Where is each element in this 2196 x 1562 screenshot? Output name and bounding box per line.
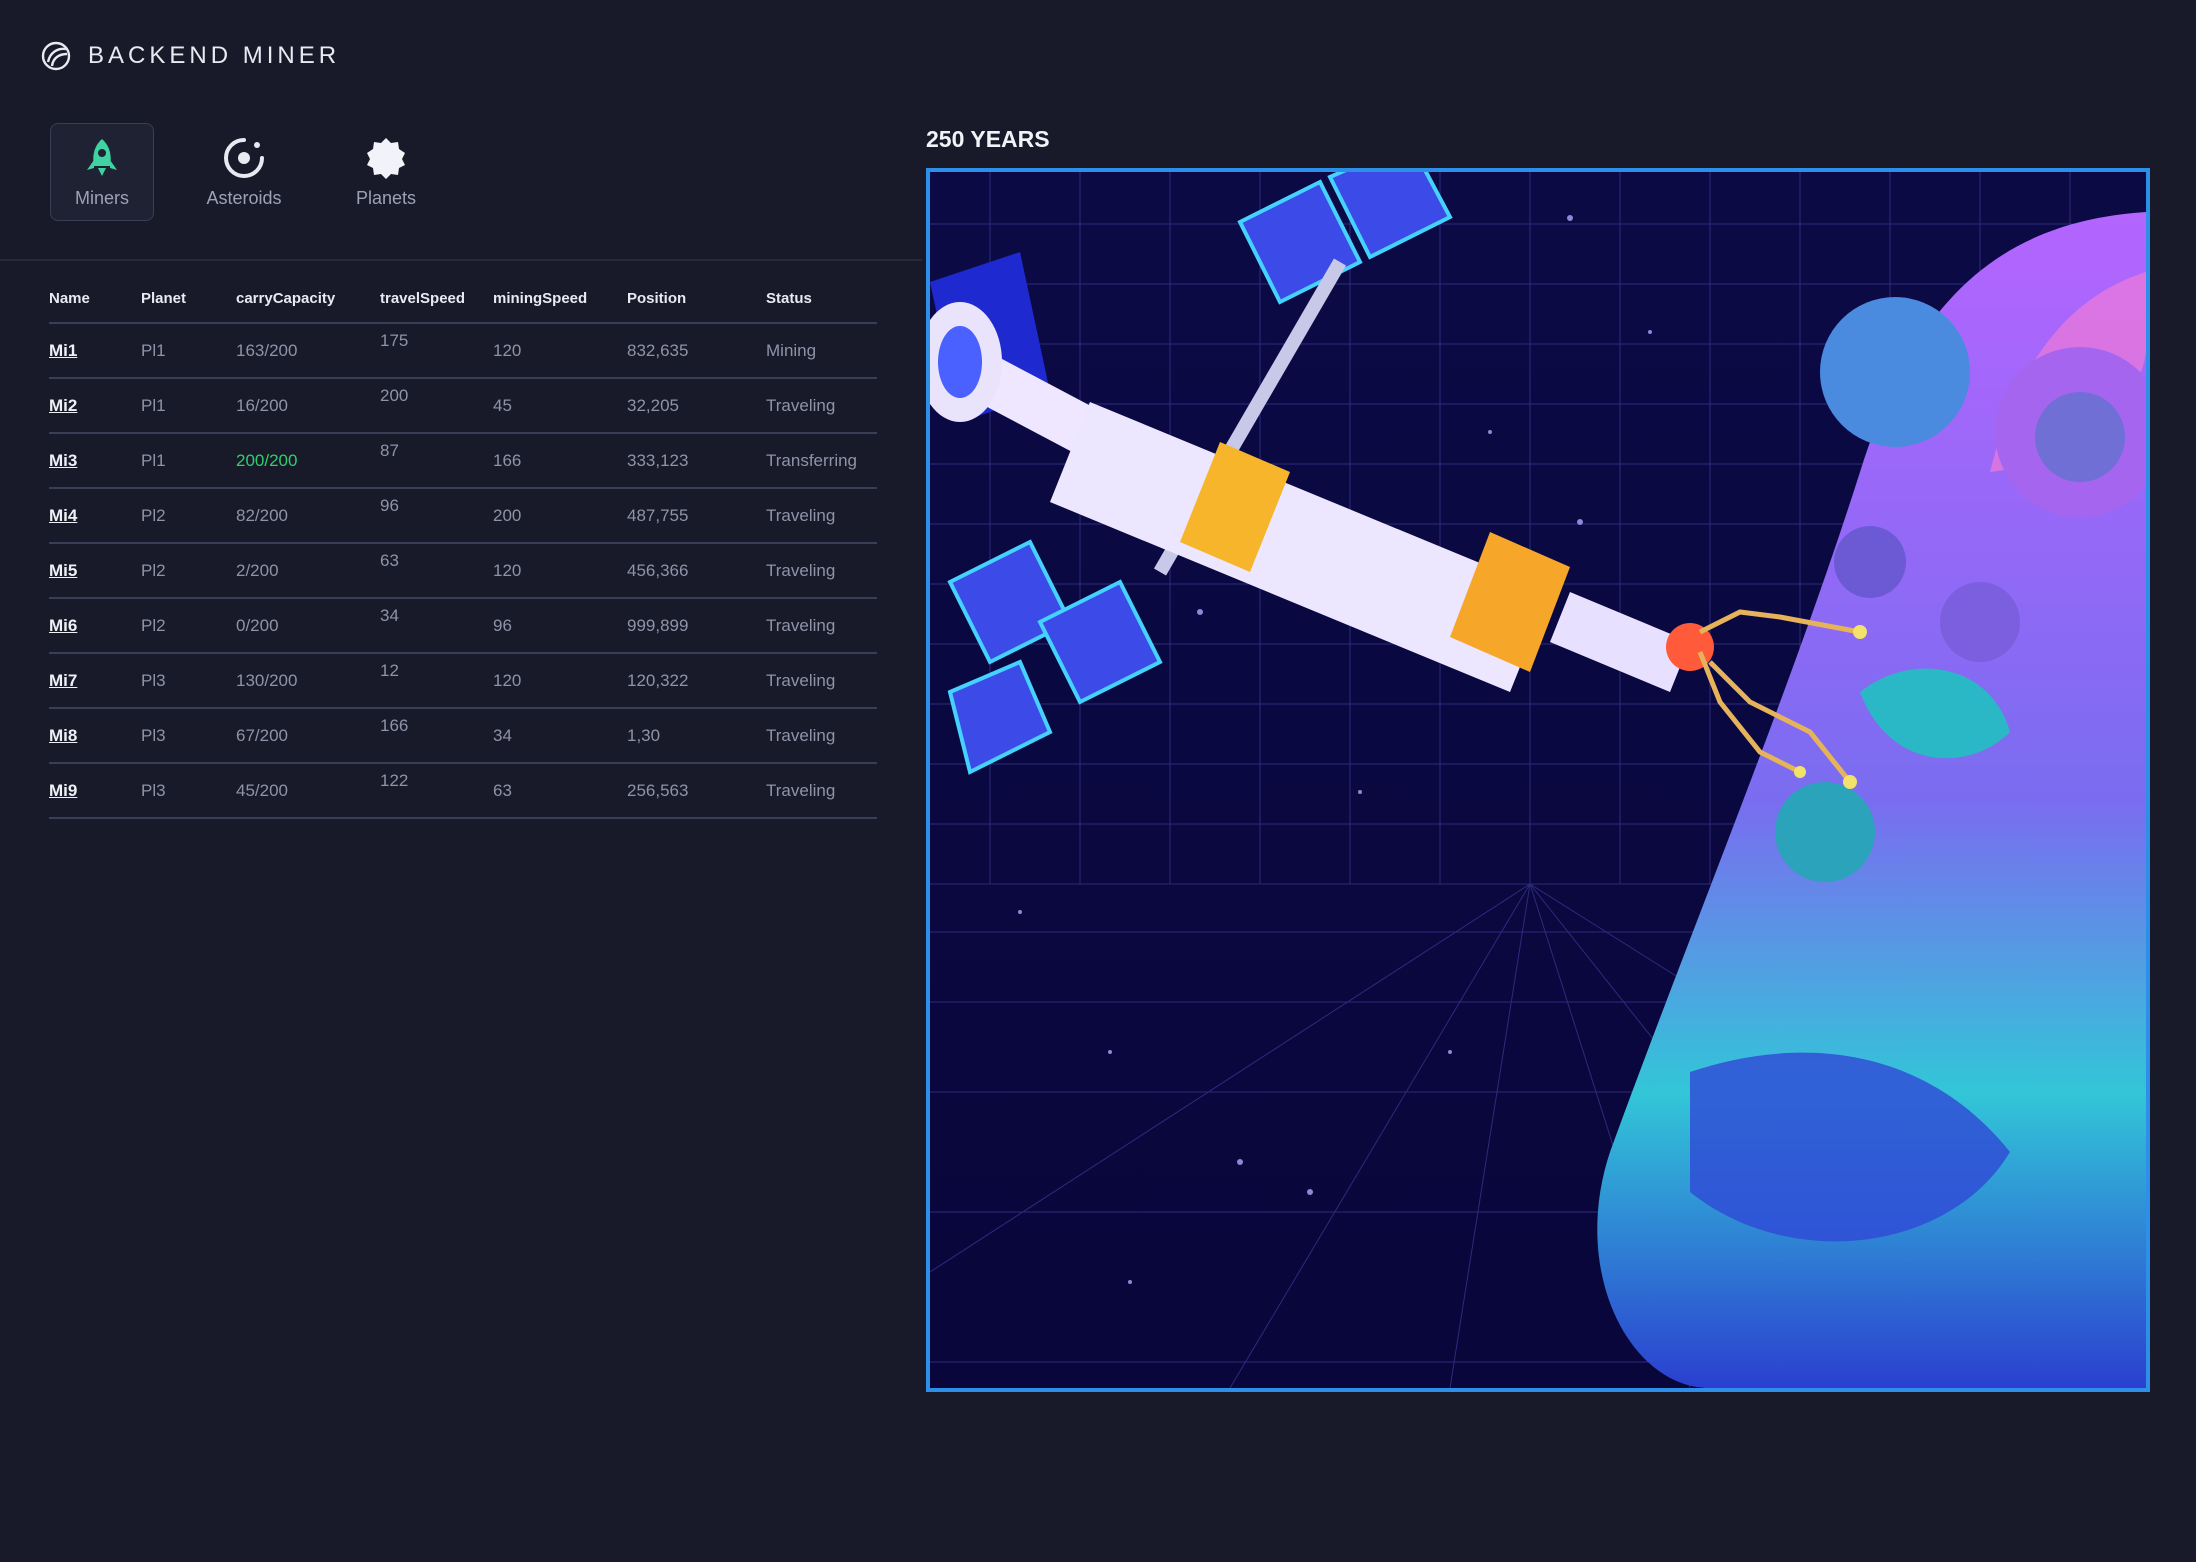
cell-status: Traveling — [766, 763, 877, 819]
table-row[interactable]: Mi9 Pl3 45/200 122 63 256,563 Traveling — [49, 763, 877, 819]
cell-planet: Pl3 — [141, 763, 236, 819]
cell-status: Traveling — [766, 708, 877, 764]
table-row[interactable]: Mi3 Pl1 200/200 87 166 333,123 Transferr… — [49, 433, 877, 489]
cell-travel-speed: 87 — [380, 440, 399, 460]
cell-mining-speed: 120 — [493, 543, 627, 599]
miner-link[interactable]: Mi8 — [49, 726, 77, 745]
miner-link[interactable]: Mi7 — [49, 671, 77, 690]
cell-planet: Pl1 — [141, 378, 236, 434]
cell-carry-capacity: 2/200 — [236, 543, 380, 599]
app-title: BACKEND MINER — [88, 42, 341, 69]
cell-position: 1,30 — [627, 708, 766, 764]
cell-carry-capacity: 45/200 — [236, 763, 380, 819]
rocket-icon — [87, 138, 117, 176]
space-scene — [930, 172, 2146, 1388]
cell-mining-speed: 200 — [493, 488, 627, 544]
cell-status: Traveling — [766, 543, 877, 599]
cell-travel-speed: 200 — [380, 385, 409, 405]
column-header-carry-capacity[interactable]: carryCapacity — [236, 275, 380, 324]
column-header-mining-speed[interactable]: miningSpeed — [493, 275, 627, 324]
scene-title: 250 YEARS — [926, 126, 1050, 152]
tab-label: Miners — [74, 187, 129, 208]
cell-carry-capacity: 0/200 — [236, 598, 380, 654]
cell-carry-capacity: 163/200 — [236, 323, 380, 379]
cell-status: Mining — [766, 323, 877, 379]
cell-carry-capacity: 130/200 — [236, 653, 380, 709]
tab-miners[interactable]: Miners — [50, 123, 154, 221]
table-row[interactable]: Mi8 Pl3 67/200 166 34 1,30 Traveling — [49, 708, 877, 764]
asteroid-icon — [224, 137, 264, 178]
column-header-travel-speed[interactable]: travelSpeed — [380, 275, 493, 324]
cell-position: 333,123 — [627, 433, 766, 489]
column-header-position[interactable]: Position — [627, 275, 766, 324]
cell-position: 832,635 — [627, 323, 766, 379]
cell-planet: Pl2 — [141, 543, 236, 599]
column-header-planet[interactable]: Planet — [141, 275, 236, 324]
cell-status: Traveling — [766, 378, 877, 434]
cell-planet: Pl3 — [141, 653, 236, 709]
cell-position: 120,322 — [627, 653, 766, 709]
table-row[interactable]: Mi5 Pl2 2/200 63 120 456,366 Traveling — [49, 543, 877, 599]
cell-planet: Pl2 — [141, 598, 236, 654]
divider — [0, 259, 922, 261]
cell-travel-speed: 12 — [380, 660, 399, 680]
cell-carry-capacity: 200/200 — [236, 433, 380, 489]
column-header-status[interactable]: Status — [766, 275, 877, 324]
cell-mining-speed: 120 — [493, 323, 627, 379]
table-header-row: Name Planet carryCapacity travelSpeed mi… — [49, 275, 877, 324]
cell-carry-capacity: 82/200 — [236, 488, 380, 544]
cell-planet: Pl2 — [141, 488, 236, 544]
cell-travel-speed: 166 — [380, 715, 409, 735]
miner-link[interactable]: Mi5 — [49, 561, 77, 580]
tab-label: Asteroids — [206, 187, 282, 208]
miner-link[interactable]: Mi2 — [49, 396, 77, 415]
planet-icon — [367, 137, 405, 179]
miners-table: Name Planet carryCapacity travelSpeed mi… — [49, 275, 877, 819]
miner-link[interactable]: Mi9 — [49, 781, 77, 800]
table-row[interactable]: Mi4 Pl2 82/200 96 200 487,755 Traveling — [49, 488, 877, 544]
cell-status: Traveling — [766, 488, 877, 544]
cell-status: Traveling — [766, 653, 877, 709]
brand: BACKEND MINER — [40, 40, 340, 72]
cell-planet: Pl1 — [141, 323, 236, 379]
cell-planet: Pl1 — [141, 433, 236, 489]
cell-position: 256,563 — [627, 763, 766, 819]
table-row[interactable]: Mi2 Pl1 16/200 200 45 32,205 Traveling — [49, 378, 877, 434]
cell-planet: Pl3 — [141, 708, 236, 764]
cell-mining-speed: 63 — [493, 763, 627, 819]
cell-mining-speed: 166 — [493, 433, 627, 489]
miner-link[interactable]: Mi1 — [49, 341, 77, 360]
cell-travel-speed: 175 — [380, 330, 409, 350]
tab-asteroids[interactable]: Asteroids — [192, 123, 296, 221]
miner-link[interactable]: Mi6 — [49, 616, 77, 635]
cell-travel-speed: 122 — [380, 770, 409, 790]
column-header-name[interactable]: Name — [49, 275, 141, 324]
cell-mining-speed: 34 — [493, 708, 627, 764]
table-row[interactable]: Mi1 Pl1 163/200 175 120 832,635 Mining — [49, 323, 877, 379]
table-row[interactable]: Mi7 Pl3 130/200 12 120 120,322 Traveling — [49, 653, 877, 709]
cell-position: 32,205 — [627, 378, 766, 434]
cell-mining-speed: 45 — [493, 378, 627, 434]
miner-link[interactable]: Mi4 — [49, 506, 77, 525]
cell-mining-speed: 96 — [493, 598, 627, 654]
game-viewport[interactable] — [926, 168, 2150, 1392]
miner-link[interactable]: Mi3 — [49, 451, 77, 470]
cell-travel-speed: 34 — [380, 605, 399, 625]
cell-mining-speed: 120 — [493, 653, 627, 709]
cell-status: Transferring — [766, 433, 877, 489]
cell-position: 999,899 — [627, 598, 766, 654]
cell-position: 456,366 — [627, 543, 766, 599]
logo-icon — [41, 41, 71, 71]
table-row[interactable]: Mi6 Pl2 0/200 34 96 999,899 Traveling — [49, 598, 877, 654]
cell-carry-capacity: 67/200 — [236, 708, 380, 764]
cell-position: 487,755 — [627, 488, 766, 544]
nav-tabs: Miners Asteroids Planets — [50, 123, 438, 221]
cell-carry-capacity: 16/200 — [236, 378, 380, 434]
cell-travel-speed: 96 — [380, 495, 399, 515]
cell-status: Traveling — [766, 598, 877, 654]
tab-label: Planets — [355, 187, 417, 208]
cell-travel-speed: 63 — [380, 550, 399, 570]
tab-planets[interactable]: Planets — [334, 123, 438, 221]
